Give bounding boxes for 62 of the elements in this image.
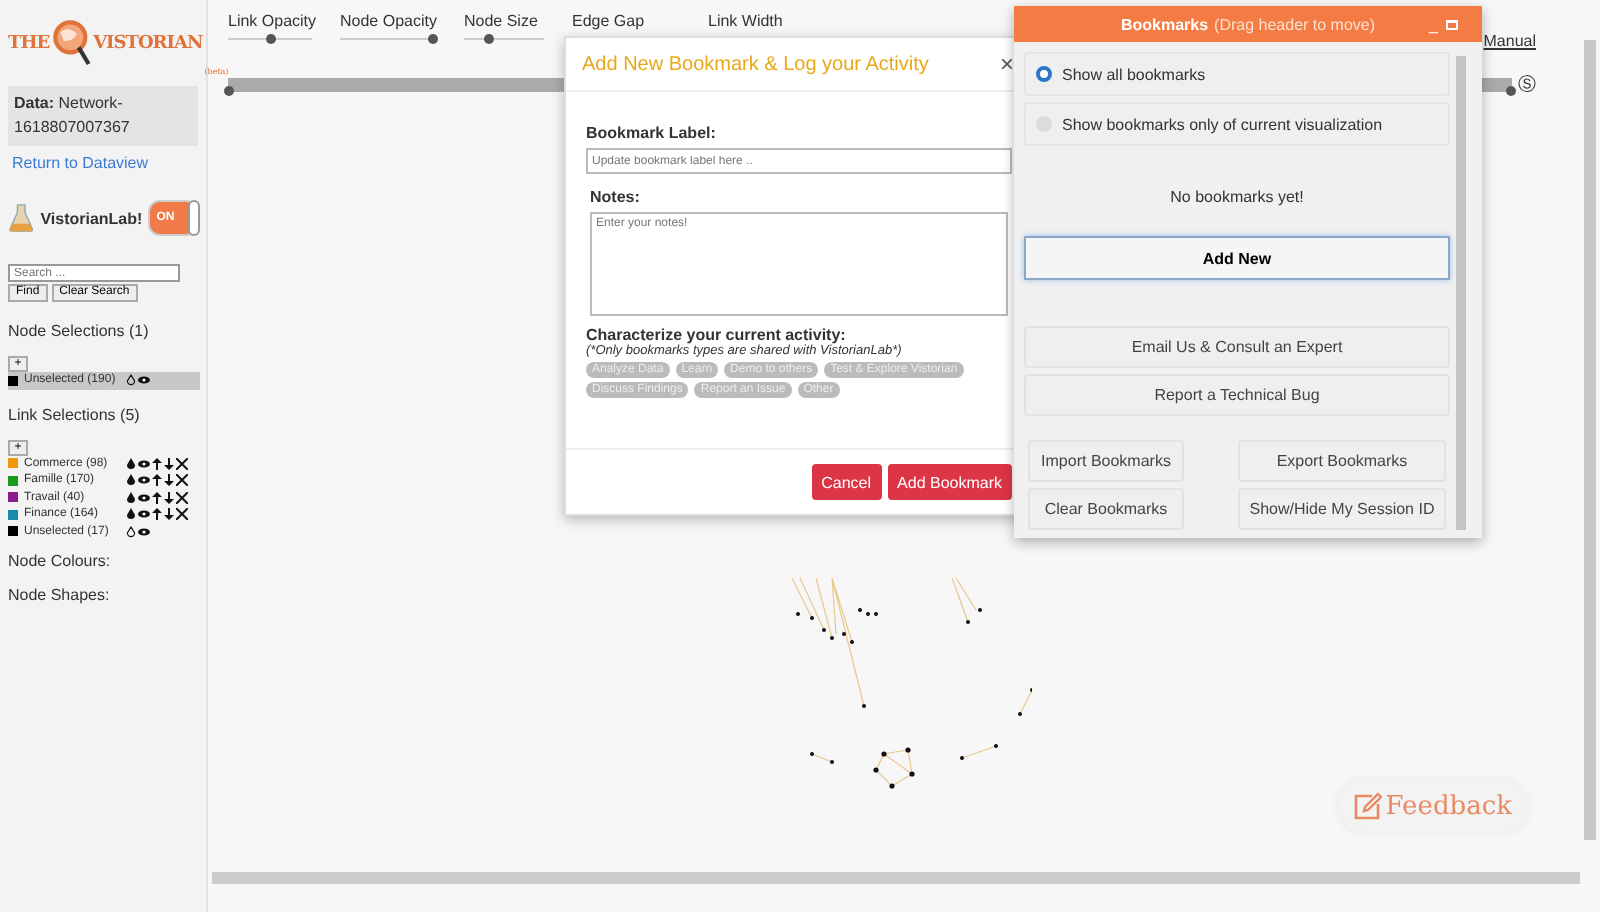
bookmark-button[interactable]: Show/Hide My Session ID [1238, 488, 1446, 530]
time-marker: Ⓢ [1518, 72, 1536, 98]
slider-label: Node Size [464, 12, 540, 30]
close-icon[interactable] [176, 457, 188, 470]
field-label: Notes: [590, 188, 642, 206]
eye-icon[interactable] [138, 474, 150, 487]
close-icon[interactable] [176, 474, 188, 487]
bookmark-button[interactable]: Import Bookmarks [1028, 440, 1184, 482]
logo-text: VISTORIAN [93, 34, 203, 54]
slider-label: Node Opacity [340, 12, 436, 30]
dialog-title: Add New Bookmark & Log your Activity [582, 53, 929, 75]
eye-icon[interactable] [138, 491, 150, 504]
cancel-button[interactable]: Cancel [811, 464, 882, 500]
eye-icon[interactable] [138, 457, 150, 470]
field-label: Characterize your current activity: [586, 326, 848, 344]
flask-icon [8, 202, 35, 234]
horizontal-scrollbar[interactable] [212, 872, 1580, 884]
close-button[interactable]: × [999, 50, 1014, 78]
slider-thumb[interactable] [484, 34, 494, 44]
section-title: Link Selections (5) [8, 405, 142, 423]
data-info: Data: Network-1618807007367 [8, 86, 198, 146]
slider-handle[interactable] [1506, 86, 1516, 96]
drop-outline-icon[interactable] [126, 525, 136, 538]
section-title: Node Shapes: [8, 586, 112, 604]
panel-scrollbar[interactable] [1456, 56, 1466, 530]
close-icon[interactable] [176, 491, 188, 504]
eye-icon[interactable] [138, 525, 150, 538]
slider-thumb[interactable] [266, 34, 276, 44]
vertical-scrollbar[interactable] [1584, 40, 1596, 840]
panel-title: Bookmarks [1120, 15, 1209, 33]
close-icon[interactable] [176, 508, 188, 521]
slider-thumb[interactable] [427, 34, 438, 44]
return-link[interactable]: Return to Dataview [12, 154, 198, 172]
radio-button[interactable] [1036, 66, 1052, 82]
filter-option[interactable]: Show bookmarks only of current visualization [1024, 102, 1450, 146]
filter-option[interactable]: Show all bookmarks [1024, 52, 1450, 96]
manual-link[interactable]: Manual [1483, 32, 1536, 50]
eye-icon[interactable] [138, 508, 150, 521]
section-title: Node Selections (1) [8, 322, 151, 340]
slider-label: Link Opacity [228, 12, 312, 30]
lab-label: VistorianLab! [40, 209, 143, 227]
logo-text: THE [8, 34, 50, 54]
slider-handle[interactable] [224, 86, 234, 96]
add-new-button[interactable]: Add New [1024, 236, 1450, 280]
magnifier-globe-icon [51, 18, 92, 70]
window-icon[interactable] [1446, 20, 1458, 30]
drop-outline-icon[interactable] [126, 374, 136, 387]
bookmark-button[interactable]: Export Bookmarks [1238, 440, 1446, 482]
action-button[interactable]: Report a Technical Bug [1024, 374, 1450, 416]
section-title: Node Colours: [8, 552, 113, 570]
slider-label: Edge Gap [572, 12, 647, 30]
action-button[interactable]: Email Us & Consult an Expert [1024, 326, 1450, 368]
bookmark-button[interactable]: Clear Bookmarks [1028, 488, 1184, 530]
empty-message: No bookmarks yet! [1168, 188, 1306, 206]
edit-icon [1353, 792, 1382, 820]
panel-hint: (Drag header to move) [1214, 15, 1376, 33]
filter-label: Show bookmarks only of current visualization [1062, 115, 1383, 133]
slider-label: Link Width [708, 12, 785, 30]
filter-label: Show all bookmarks [1062, 65, 1206, 83]
field-label: Bookmark Label: [586, 124, 718, 142]
eye-icon[interactable] [138, 374, 150, 387]
add-bookmark-button[interactable]: Add Bookmark [887, 464, 1012, 500]
